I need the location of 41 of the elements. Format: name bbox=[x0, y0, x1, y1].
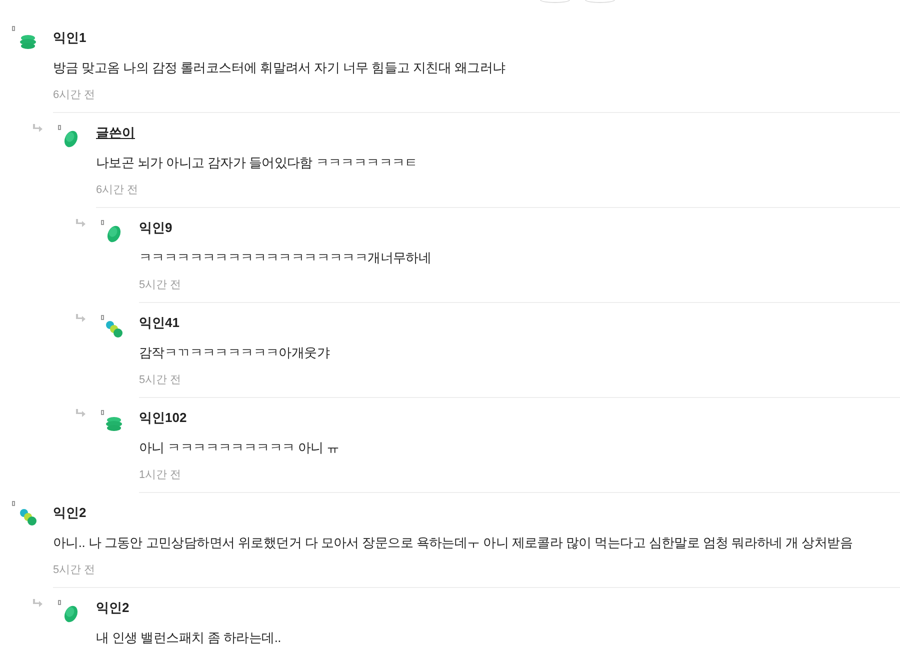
circle-button[interactable] bbox=[540, 0, 570, 3]
dots-icon bbox=[19, 508, 37, 526]
circle-button[interactable] bbox=[585, 0, 615, 3]
reply-arrow-icon bbox=[75, 314, 86, 323]
author-name[interactable]: 익인41 bbox=[139, 314, 180, 332]
reply-arrow-icon bbox=[75, 219, 86, 228]
author-name[interactable]: 익인1 bbox=[53, 29, 86, 47]
reply-arrow-icon bbox=[32, 124, 43, 133]
broken-image-icon bbox=[101, 220, 104, 225]
author-name[interactable]: 익인102 bbox=[139, 409, 187, 427]
author-name[interactable]: 익인2 bbox=[96, 599, 130, 617]
author-name[interactable]: 익인2 bbox=[53, 504, 86, 522]
broken-image-icon bbox=[58, 125, 61, 130]
dots-icon bbox=[105, 320, 123, 338]
broken-image-icon bbox=[58, 600, 61, 605]
leaf-icon bbox=[62, 130, 80, 148]
stacked-discs-icon bbox=[19, 33, 37, 51]
author-name[interactable]: 글쓴이 bbox=[96, 124, 135, 142]
comment-text: ㅋㅋㅋㅋㅋㅋㅋㅋㅋㅋㅋㅋㅋㅋㅋㅋㅋㅋ개너무하네 bbox=[139, 249, 432, 267]
comment-text: 아니.. 나 그동안 고민상담하면서 위로했던거 다 모아서 장문으로 욕하는데ㅜ 아니 제로콜라 많이 먹는다고 심한말로 엄청 뭐라하네 개 상처받음 bbox=[53, 534, 854, 552]
timestamp: 1시간 전 bbox=[139, 468, 182, 482]
stacked-discs-icon bbox=[105, 415, 123, 433]
broken-image-icon bbox=[101, 315, 104, 320]
broken-image-icon bbox=[12, 26, 15, 31]
comment-text: 내 인생 밸런스패치 좀 하라는데.. bbox=[96, 629, 282, 647]
comment-text: 방금 맞고옴 나의 감정 롤러코스터에 휘말려서 자기 너무 힘들고 지친대 왜그러냐 bbox=[53, 59, 506, 77]
comment-text: 아니 ㅋㅋㅋㅋㅋㅋㅋㅋㅋㅋ 아니 ㅠ bbox=[139, 439, 340, 457]
timestamp: 6시간 전 bbox=[53, 88, 96, 102]
reply-arrow-icon bbox=[32, 599, 43, 608]
timestamp: 5시간 전 bbox=[139, 278, 182, 292]
broken-image-icon bbox=[12, 501, 15, 506]
reply-arrow-icon bbox=[75, 409, 86, 418]
comment-text: 감작ㅋㄲㅋㅋㅋㅋㅋㅋㅋ아개웃갸 bbox=[139, 344, 331, 362]
author-name[interactable]: 익인9 bbox=[139, 219, 172, 237]
timestamp: 5시간 전 bbox=[53, 563, 96, 577]
timestamp: 6시간 전 bbox=[96, 183, 138, 197]
leaf-icon bbox=[105, 225, 123, 243]
comment-text: 나보곤 뇌가 아니고 감자가 들어있다함 ㅋㅋㅋㅋㅋㅋㅋㅌ bbox=[96, 154, 418, 172]
leaf-icon bbox=[62, 605, 80, 623]
timestamp: 5시간 전 bbox=[139, 373, 182, 387]
broken-image-icon bbox=[101, 410, 104, 415]
